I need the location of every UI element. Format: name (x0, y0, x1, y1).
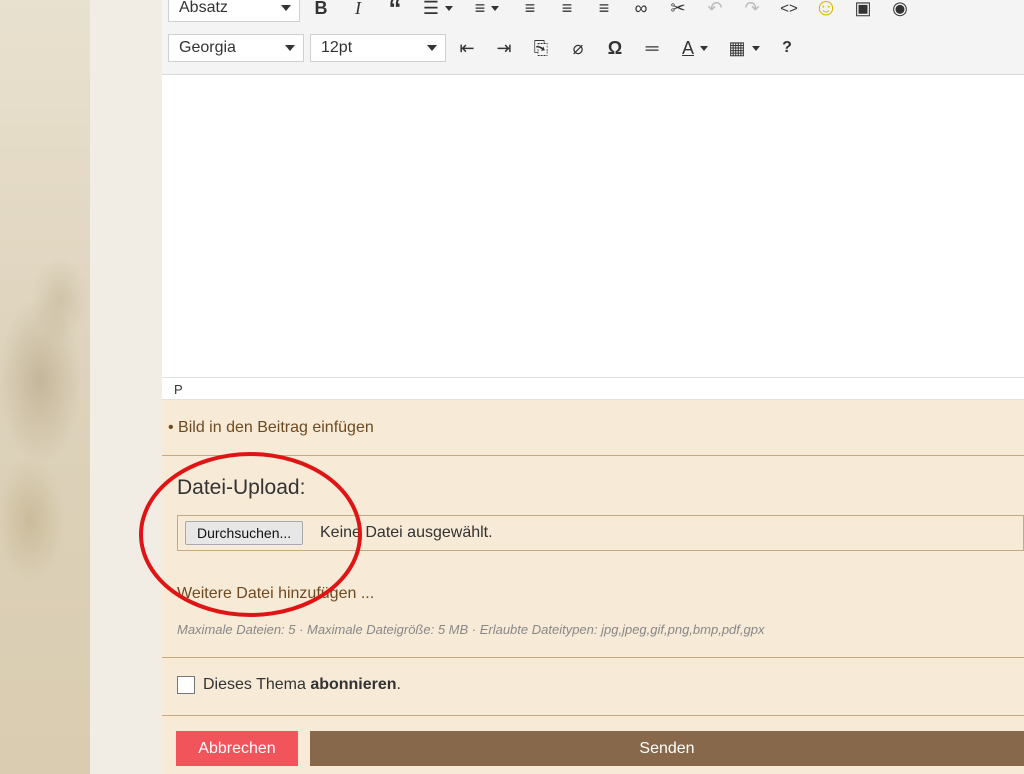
source-code-icon[interactable]: <> (774, 0, 804, 22)
paste-icon[interactable]: ⎘ (526, 34, 556, 62)
add-file-link[interactable]: Weitere Datei hinzufügen ... (177, 585, 374, 603)
horizontal-rule-icon[interactable]: ═ (637, 34, 667, 62)
align-left-icon[interactable]: ≡ (515, 0, 545, 22)
subscribe-row: Dieses Thema abonnieren. (177, 676, 401, 694)
eraser-icon[interactable]: ⌀ (563, 34, 593, 62)
redo-icon[interactable]: ↷ (737, 0, 767, 22)
divider (162, 657, 1024, 658)
editor-content[interactable] (162, 75, 1024, 377)
chevron-down-icon (285, 45, 295, 51)
chevron-down-icon (281, 5, 291, 11)
cancel-button[interactable]: Abbrechen (176, 731, 298, 766)
outdent-icon[interactable]: ⇤ (452, 34, 482, 62)
editor-toolbar: Absatz B I “ ☰ ≡ ≡ ≡ ≡ ∞ ✂ ↶ ↷ <> ☺ ▣ ◉ … (162, 0, 1024, 75)
table-icon[interactable]: ▦ (723, 34, 765, 62)
file-status: Keine Datei ausgewählt. (320, 524, 493, 541)
chevron-down-icon (427, 45, 437, 51)
font-size-value: 12pt (321, 39, 353, 56)
bold-icon[interactable]: B (306, 0, 336, 22)
text-color-icon[interactable]: A (674, 34, 716, 62)
editor-statusbar: P (162, 377, 1024, 400)
element-path[interactable]: P (174, 382, 183, 397)
insert-image-link[interactable]: • Bild in den Beitrag einfügen (168, 419, 374, 437)
chevron-down-icon (445, 5, 454, 11)
bullet-list-icon[interactable]: ☰ (417, 0, 459, 22)
format-select[interactable]: Absatz (168, 0, 300, 22)
unlink-icon[interactable]: ✂ (663, 0, 693, 22)
italic-icon[interactable]: I (343, 0, 373, 22)
numbered-list-glyph: ≡ (474, 0, 486, 18)
post-editor: Absatz B I “ ☰ ≡ ≡ ≡ ≡ ∞ ✂ ↶ ↷ <> ☺ ▣ ◉ … (162, 0, 1024, 774)
numbered-list-icon[interactable]: ≡ (466, 0, 508, 22)
chevron-down-icon (700, 45, 708, 51)
upload-title: Datei-Upload: (177, 476, 306, 499)
align-center-icon[interactable]: ≡ (552, 0, 582, 22)
page-margin (90, 0, 162, 774)
chevron-down-icon (751, 45, 760, 51)
browse-button[interactable]: Durchsuchen... (185, 521, 304, 545)
subscribe-label[interactable]: Dieses Thema abonnieren. (203, 676, 401, 694)
format-select-value: Absatz (179, 0, 228, 16)
link-icon[interactable]: ∞ (626, 0, 656, 22)
toolbar-row-1: Absatz B I “ ☰ ≡ ≡ ≡ ≡ ∞ ✂ ↶ ↷ <> ☺ ▣ ◉ (168, 0, 922, 23)
send-button[interactable]: Senden (310, 731, 1024, 766)
subscribe-suffix: . (396, 676, 401, 693)
insert-image-label: Bild in den Beitrag einfügen (178, 419, 374, 436)
decorative-background (0, 0, 91, 774)
subscribe-bold: abonnieren (310, 676, 397, 693)
font-size-select[interactable]: 12pt (310, 34, 446, 62)
chevron-down-icon (491, 5, 500, 11)
subscribe-prefix: Dieses Thema (203, 676, 306, 693)
font-family-select[interactable]: Georgia (168, 34, 304, 62)
subscribe-checkbox[interactable] (177, 676, 195, 694)
insert-image-row: • Bild in den Beitrag einfügen (162, 401, 1024, 456)
help-icon[interactable]: ? (772, 34, 802, 62)
preview-icon[interactable]: ◉ (885, 0, 915, 22)
file-input[interactable]: Durchsuchen... Keine Datei ausgewählt. (177, 515, 1024, 551)
bullet-list-glyph: ☰ (422, 0, 440, 18)
font-family-value: Georgia (179, 39, 236, 56)
table-glyph: ▦ (728, 37, 746, 58)
omega-icon[interactable]: Ω (600, 34, 630, 62)
image-icon[interactable]: ▣ (848, 0, 878, 22)
smiley-icon[interactable]: ☺ (811, 0, 841, 22)
blockquote-icon[interactable]: “ (380, 0, 410, 23)
indent-icon[interactable]: ⇥ (489, 34, 519, 62)
toolbar-row-2: Georgia 12pt ⇤ ⇥ ⎘ ⌀ Ω ═ A ▦ ? (168, 33, 809, 63)
text-color-glyph: A (681, 37, 694, 58)
upload-limits: Maximale Dateien: 5 · Maximale Dateigröß… (177, 622, 765, 637)
divider (162, 715, 1024, 716)
align-right-icon[interactable]: ≡ (589, 0, 619, 22)
undo-icon[interactable]: ↶ (700, 0, 730, 22)
